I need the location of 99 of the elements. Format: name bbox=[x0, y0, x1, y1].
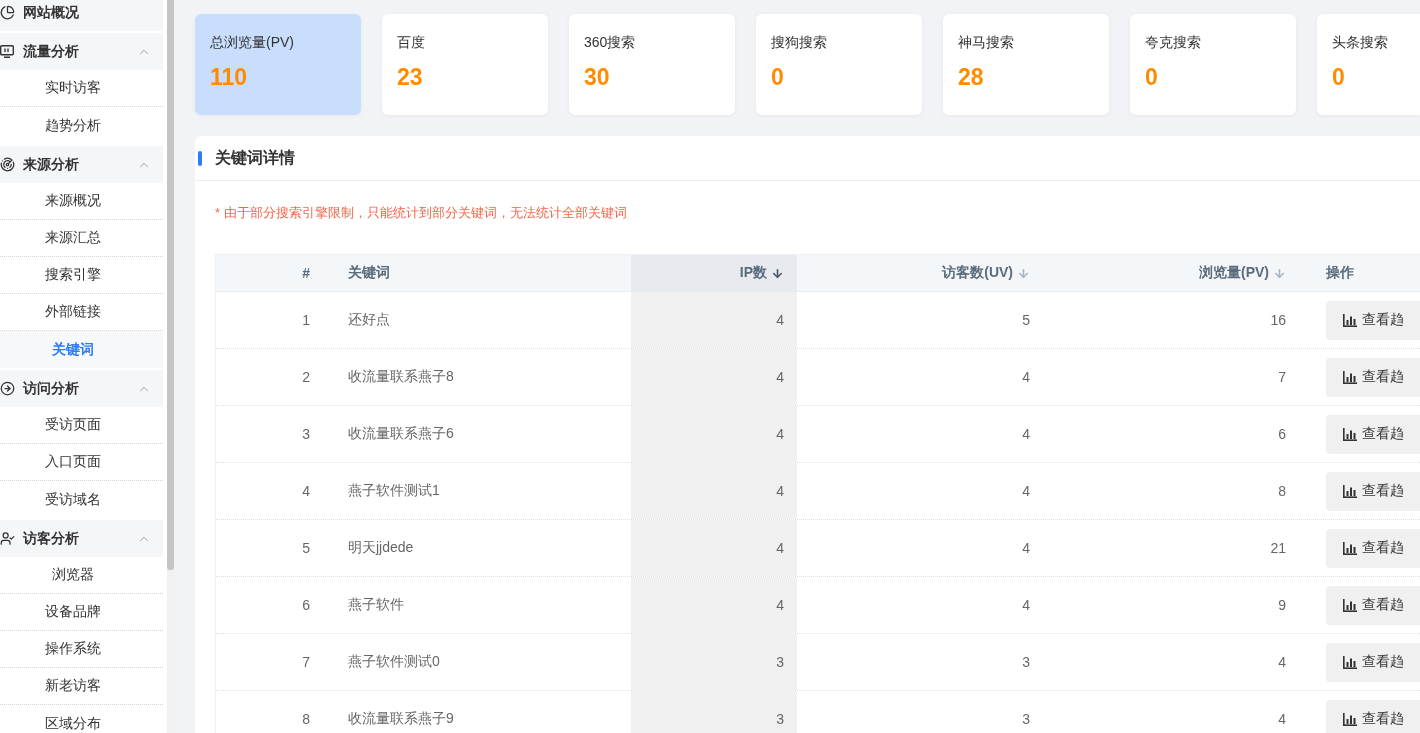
bar-chart-icon bbox=[1343, 598, 1357, 612]
stat-value: 0 bbox=[771, 63, 785, 92]
table-cell-text: 明天jjdede bbox=[347, 538, 415, 557]
view-trend-button[interactable]: 查看趋 bbox=[1326, 414, 1420, 454]
table-cell-text: 2 bbox=[301, 368, 311, 387]
table-cell: 4 bbox=[631, 577, 797, 633]
bar-chart-icon bbox=[1343, 712, 1357, 726]
table-cell: 3 bbox=[631, 634, 797, 690]
view-trend-button[interactable]: 查看趋 bbox=[1326, 528, 1420, 568]
nav-group-header[interactable]: 流量分析 bbox=[0, 33, 163, 70]
table-cell-text: 4 bbox=[1021, 539, 1031, 558]
stat-value: 28 bbox=[958, 63, 985, 92]
radar-icon bbox=[0, 157, 15, 172]
table-cell-text: 4 bbox=[301, 482, 311, 501]
bar-chart-icon bbox=[1343, 541, 1357, 555]
stat-label: 搜狗搜索 bbox=[771, 33, 828, 52]
table-cell-text: 1 bbox=[301, 311, 311, 330]
stat-card[interactable]: 夸克搜索 0 bbox=[1130, 14, 1296, 115]
stat-card[interactable]: 搜狗搜索 0 bbox=[756, 14, 922, 115]
stat-value: 0 bbox=[1145, 63, 1159, 92]
table-cell: 4 bbox=[631, 292, 797, 348]
stat-label: 神马搜索 bbox=[958, 33, 1015, 52]
table-cell-text: 燕子软件测试0 bbox=[347, 652, 441, 671]
table-cell-text: 燕子软件 bbox=[347, 595, 405, 614]
table-cell-text: 3 bbox=[1021, 653, 1031, 672]
stat-value: 30 bbox=[584, 63, 611, 92]
stat-label: 总浏览量(PV) bbox=[210, 33, 295, 52]
table-cell: 3 bbox=[631, 691, 797, 733]
table-cell-text: 收流量联系燕子6 bbox=[347, 424, 455, 443]
table-cell-text: 16 bbox=[1269, 311, 1287, 330]
bar-chart-icon bbox=[1343, 655, 1357, 669]
notice-text: * 由于部分搜索引擎限制，只能统计到部分关键词，无法统计全部关键词 bbox=[215, 204, 628, 222]
table-cell-text: 4 bbox=[1021, 425, 1031, 444]
table-cell-text: 8 bbox=[1277, 482, 1287, 501]
table-cell-text: 还好点 bbox=[347, 310, 391, 329]
table-cell-text: 6 bbox=[301, 596, 311, 615]
table-cell-text: 4 bbox=[1277, 710, 1287, 729]
bar-chart-icon bbox=[1343, 370, 1357, 384]
table-cell: 4 bbox=[631, 349, 797, 405]
table-cell-text: 3 bbox=[301, 425, 311, 444]
table-cell-text: 4 bbox=[1021, 596, 1031, 615]
bar-chart-icon bbox=[1343, 313, 1357, 327]
scrollbar-thumb[interactable] bbox=[167, 0, 174, 570]
accent-bar bbox=[198, 150, 202, 166]
view-trend-button[interactable]: 查看趋 bbox=[1326, 471, 1420, 511]
stat-card[interactable]: 百度 23 bbox=[382, 14, 548, 115]
table-cell-text: 21 bbox=[1269, 539, 1287, 558]
stat-card[interactable]: 神马搜索 28 bbox=[943, 14, 1109, 115]
column-header: 关键词 bbox=[347, 263, 391, 282]
nav-item[interactable]: 网站概况 bbox=[0, 0, 163, 31]
table-cell-text: 4 bbox=[1021, 368, 1031, 387]
table-cell: 4 bbox=[631, 463, 797, 519]
stat-value: 0 bbox=[1332, 63, 1346, 92]
table-cell-text: 3 bbox=[1021, 710, 1031, 729]
nav-group-header[interactable]: 来源分析 bbox=[0, 146, 163, 183]
table-cell-text: 5 bbox=[301, 539, 311, 558]
view-trend-button[interactable]: 查看趋 bbox=[1326, 585, 1420, 625]
table-cell-text: 燕子软件测试1 bbox=[347, 481, 441, 500]
user-check-icon bbox=[0, 531, 15, 546]
nav-item[interactable]: 关键词 bbox=[0, 331, 163, 368]
view-trend-button[interactable]: 查看趋 bbox=[1326, 699, 1420, 733]
table-cell-text: 9 bbox=[1277, 596, 1287, 615]
stat-label: 夸克搜索 bbox=[1145, 33, 1202, 52]
bar-chart-icon bbox=[1343, 427, 1357, 441]
column-header: # bbox=[301, 264, 311, 283]
table-cell-text: 8 bbox=[301, 710, 311, 729]
column-header: 操作 bbox=[1325, 263, 1355, 282]
table-cell-text: 6 bbox=[1277, 425, 1287, 444]
stat-value: 23 bbox=[397, 63, 424, 92]
pie-chart-icon bbox=[0, 5, 15, 20]
monitor-icon bbox=[0, 45, 14, 58]
table-cell-text: 4 bbox=[1021, 482, 1031, 501]
stat-card[interactable]: 头条搜索 0 bbox=[1317, 14, 1420, 115]
stat-label: 头条搜索 bbox=[1332, 33, 1389, 52]
arrow-circle-icon bbox=[0, 381, 15, 396]
stat-value: 110 bbox=[210, 63, 249, 92]
table-cell-text: 收流量联系燕子9 bbox=[347, 709, 455, 728]
bar-chart-icon bbox=[1343, 484, 1357, 498]
stat-label: 360搜索 bbox=[584, 33, 637, 52]
column-header[interactable]: 访客数(UV) bbox=[797, 255, 1043, 291]
column-header[interactable]: 浏览量(PV) bbox=[1043, 255, 1299, 291]
stat-card[interactable]: 360搜索 30 bbox=[569, 14, 735, 115]
table-cell-text: 收流量联系燕子8 bbox=[347, 367, 455, 386]
view-trend-button[interactable]: 查看趋 bbox=[1326, 642, 1420, 682]
sort-arrow-icon[interactable] bbox=[771, 266, 784, 280]
panel-title: 关键词详情 bbox=[215, 147, 295, 168]
table-cell: 4 bbox=[631, 406, 797, 462]
view-trend-button[interactable]: 查看趋 bbox=[1326, 300, 1420, 340]
column-header[interactable]: IP数 bbox=[631, 255, 797, 291]
nav-group-header[interactable]: 访问分析 bbox=[0, 370, 163, 407]
nav-group-header[interactable]: 访客分析 bbox=[0, 520, 163, 557]
stat-card[interactable]: 总浏览量(PV) 110 bbox=[195, 14, 361, 115]
stat-label: 百度 bbox=[397, 33, 426, 52]
view-trend-button[interactable]: 查看趋 bbox=[1326, 357, 1420, 397]
table-cell-text: 7 bbox=[301, 653, 311, 672]
table-cell: 4 bbox=[631, 520, 797, 576]
table-cell-text: 5 bbox=[1021, 311, 1031, 330]
table-cell-text: 7 bbox=[1277, 368, 1287, 387]
table-cell-text: 4 bbox=[1277, 653, 1287, 672]
